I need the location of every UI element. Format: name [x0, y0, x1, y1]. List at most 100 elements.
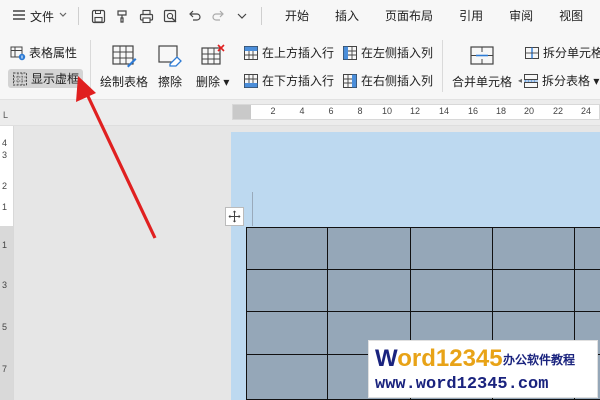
hamburger-icon	[12, 9, 26, 24]
table-properties-button[interactable]: 表格属性	[10, 44, 77, 61]
split-cells-icon	[524, 45, 540, 61]
merge-cells-icon	[468, 42, 496, 70]
draw-table-icon	[110, 42, 138, 70]
ruler-tick-label: 1	[2, 202, 8, 212]
save-icon[interactable]	[89, 7, 107, 25]
menu-separator	[261, 7, 263, 25]
ruler-tick-label: 24	[580, 106, 592, 116]
ruler-tick-label: 7	[2, 364, 8, 374]
insert-col-right-icon	[342, 73, 358, 89]
ruler-tick-label: 2	[2, 181, 8, 191]
ruler-tick-label: 16	[467, 106, 479, 116]
ruler-tick-label: 4	[299, 106, 305, 116]
tab-references[interactable]: 引用	[446, 0, 496, 32]
table-row-border	[246, 311, 600, 312]
table-properties-icon	[10, 45, 26, 61]
split-table-button[interactable]: ◂ 拆分表格 ▾	[518, 72, 599, 89]
table-column-border	[327, 227, 328, 400]
ruler-tick-label: 18	[495, 106, 507, 116]
split-table-label-text: 拆分表格	[542, 74, 591, 88]
ribbon-tabs: 开始 插入 页面布局 引用 审阅 视图	[272, 0, 596, 32]
split-cells-button[interactable]: 拆分单元格	[524, 44, 600, 61]
merge-cells-button[interactable]: 合并单元格	[452, 42, 512, 90]
margin-corner-mark	[252, 192, 253, 226]
ruler-tick-label: 14	[438, 106, 450, 116]
ruler-tick-label: 5	[2, 322, 8, 332]
insert-col-left-icon	[342, 45, 358, 61]
insert-row-below-label: 在下方插入行	[262, 74, 335, 88]
ruler-tick-label: 4	[2, 138, 8, 148]
watermark-brand: Word12345	[375, 345, 503, 373]
print-icon[interactable]	[137, 7, 155, 25]
delete-table-icon	[199, 42, 227, 70]
split-cells-label: 拆分单元格	[543, 46, 600, 60]
ruler-tick-label: 22	[552, 106, 564, 116]
gridlines-icon	[12, 71, 28, 87]
insert-row-below-icon	[243, 73, 259, 89]
table-properties-label: 表格属性	[29, 46, 78, 60]
tab-home[interactable]: 开始	[272, 0, 322, 32]
watermark-slogan: 办公软件教程	[503, 353, 576, 367]
menu-bar: 文件 开始 插入 页面布局 引用 审阅 视图	[0, 0, 600, 32]
split-table-label: 拆分表格 ▾	[542, 74, 600, 88]
undo-icon[interactable]	[185, 7, 203, 25]
format-painter-icon[interactable]	[113, 7, 131, 25]
insert-row-above-label: 在上方插入行	[262, 46, 335, 60]
tab-view[interactable]: 视图	[546, 0, 596, 32]
ribbon-separator	[90, 40, 91, 92]
show-gridlines-button[interactable]: 显示虚框	[8, 69, 84, 88]
ruler-tick-label: 2	[270, 106, 276, 116]
table-move-handle-icon[interactable]	[225, 207, 244, 226]
more-icon[interactable]	[233, 7, 251, 25]
ruler-tick-label: 12	[409, 106, 421, 116]
insert-col-left-button[interactable]: 在左侧插入列	[342, 44, 433, 61]
ruler-tick-label: 3	[2, 280, 8, 290]
insert-col-right-button[interactable]: 在右侧插入列	[342, 72, 433, 89]
delete-button[interactable]: 删除 ▾	[196, 42, 229, 90]
quick-access-toolbar	[83, 7, 257, 25]
insert-col-right-label: 在右侧插入列	[361, 74, 434, 88]
tab-page-layout[interactable]: 页面布局	[372, 0, 446, 32]
tab-insert[interactable]: 插入	[322, 0, 372, 32]
delete-label: 删除 ▾	[196, 75, 230, 89]
dropdown-caret-icon: ◂	[518, 76, 523, 85]
draw-table-label: 绘制表格	[100, 75, 149, 89]
erase-button[interactable]: 擦除	[156, 42, 184, 90]
file-menu[interactable]: 文件	[0, 0, 74, 32]
redo-icon[interactable]	[209, 7, 227, 25]
ruler-tick-label: 20	[523, 106, 535, 116]
table-row-border	[246, 269, 600, 270]
watermark-url: www.word12345.com	[375, 375, 549, 394]
delete-label-text: 删除	[196, 75, 221, 89]
tab-stop-selector[interactable]: L	[3, 110, 8, 120]
ruler-tick-label: 3	[2, 150, 8, 160]
show-gridlines-label: 显示虚框	[31, 72, 80, 86]
eraser-icon	[156, 42, 184, 70]
print-preview-icon[interactable]	[161, 7, 179, 25]
table-row-border	[246, 227, 600, 228]
watermark-logo: Word12345 办公软件教程 www.word12345.com	[368, 340, 598, 398]
ruler-tick-label: 10	[381, 106, 393, 116]
table-column-border	[246, 227, 247, 400]
horizontal-ruler[interactable]: 2 4 6 8 10 12 14 16 18 20 22 24	[232, 104, 600, 120]
file-menu-label: 文件	[30, 9, 55, 24]
vertical-ruler[interactable]: 4 3 2 1 1 3 5 7	[0, 126, 14, 400]
insert-col-left-label: 在左侧插入列	[361, 46, 434, 60]
ruler-tick-label: 6	[328, 106, 334, 116]
watermark-brand-initial: W	[375, 345, 398, 372]
insert-row-below-button[interactable]: 在下方插入行	[243, 72, 334, 89]
watermark-brand-rest: ord12345	[397, 345, 503, 372]
erase-label: 擦除	[157, 75, 182, 89]
ruler-tick-label: 1	[2, 240, 8, 250]
insert-row-above-icon	[243, 45, 259, 61]
merge-cells-label: 合并单元格	[452, 75, 513, 89]
ruler-tick-label: 8	[357, 106, 363, 116]
tab-review[interactable]: 审阅	[496, 0, 546, 32]
draw-table-button[interactable]: 绘制表格	[100, 42, 148, 90]
ruler-margin-shade	[233, 105, 251, 119]
insert-row-above-button[interactable]: 在上方插入行	[243, 44, 334, 61]
ribbon-toolbar: 表格属性 显示虚框 绘制表格 擦除 删除 ▾ 在上方插入行 在下方插入行 在左侧…	[0, 32, 600, 100]
chevron-down-icon	[58, 9, 68, 23]
ribbon-separator	[442, 40, 443, 92]
menu-separator	[78, 7, 80, 25]
